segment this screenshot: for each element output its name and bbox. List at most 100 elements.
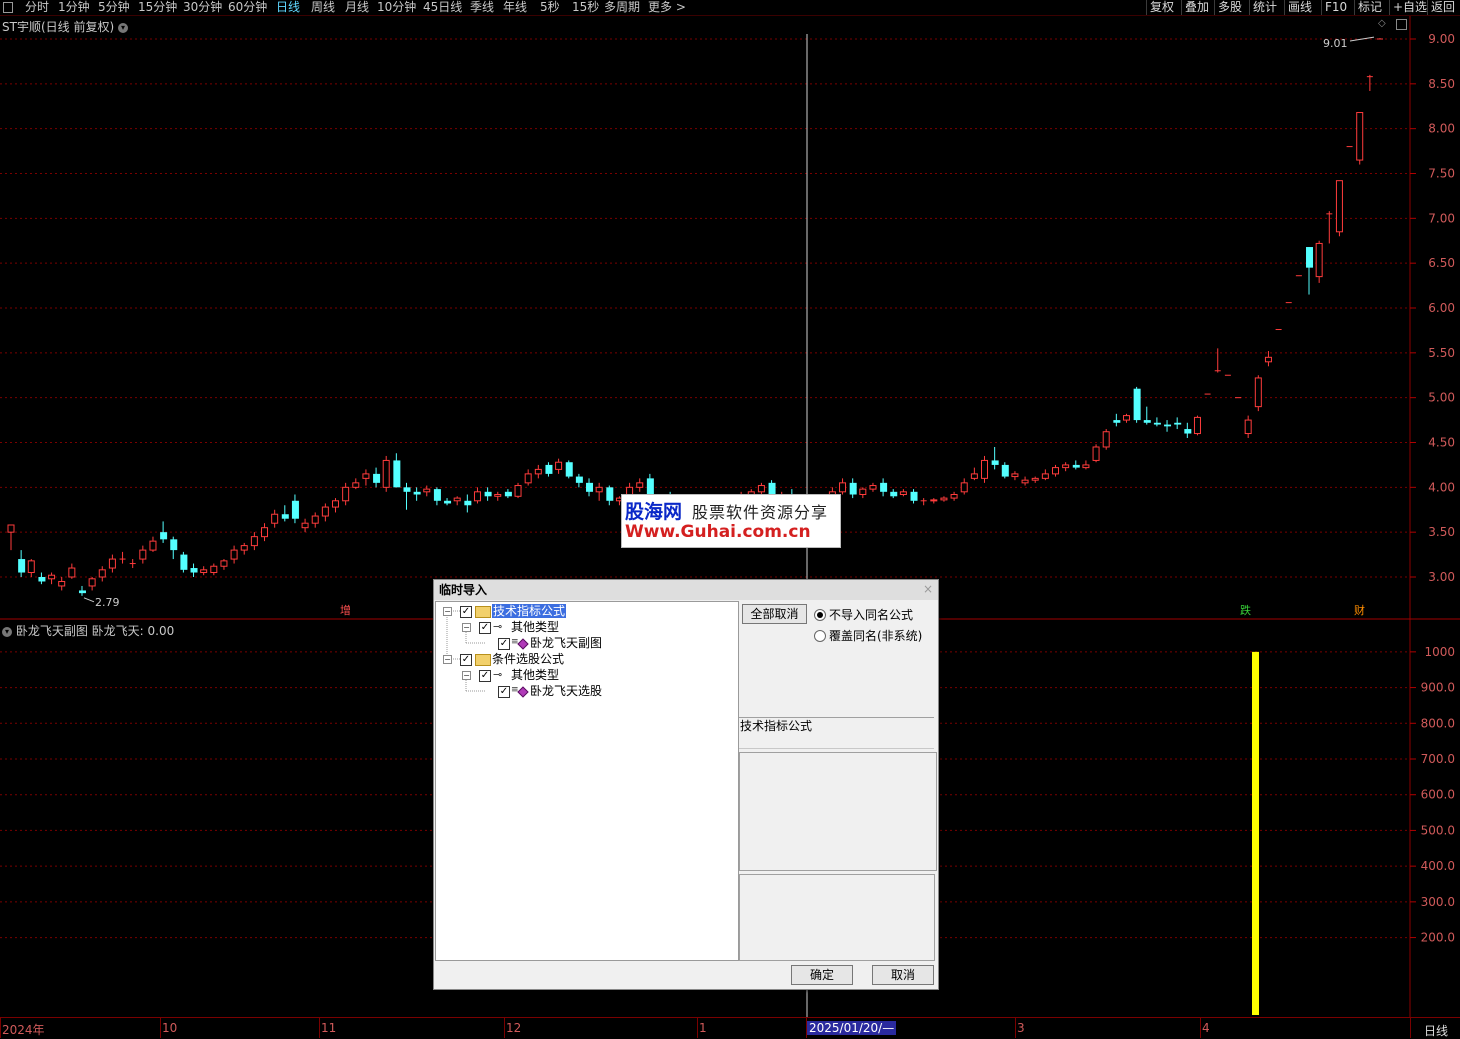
tree-node-formula-sub[interactable]: 卧龙飞天副图 — [530, 635, 602, 651]
candle-body — [98, 569, 106, 578]
candle-body — [423, 488, 431, 493]
period-tab[interactable]: 分时 — [25, 0, 49, 15]
close-icon[interactable]: × — [922, 583, 934, 595]
collapse-toggle[interactable]: − — [443, 607, 452, 616]
period-tab[interactable]: 15秒 — [572, 0, 599, 15]
tree-node-formula-select[interactable]: 卧龙飞天选股 — [530, 683, 602, 699]
indicator-tick-label: 1000 — [1424, 645, 1455, 659]
candle-body — [7, 524, 15, 533]
tool-button[interactable]: 返回 — [1427, 0, 1455, 15]
candle-body — [78, 590, 86, 594]
period-tab[interactable]: 1分钟 — [58, 0, 90, 15]
period-tab[interactable]: 15分钟 — [138, 0, 177, 15]
indicator-tick-label: 500.0 — [1421, 823, 1455, 837]
tree-node-other-type[interactable]: 其他类型 — [511, 619, 559, 635]
period-tab[interactable]: 45日线 — [423, 0, 462, 15]
tree-node-technical[interactable]: 技术指标公式 — [492, 603, 567, 619]
collapse-toggle[interactable]: − — [462, 671, 471, 680]
candle-body — [484, 491, 492, 497]
tree-node-stock-select[interactable]: 条件选股公式 — [492, 651, 564, 667]
checkbox-stock-select[interactable]: ✓ — [460, 654, 472, 666]
radio-skip-same-label[interactable]: 不导入同名公式 — [829, 606, 913, 623]
cursor-date-label: 2025/01/20/— — [807, 1021, 897, 1035]
candle-body — [1244, 419, 1252, 435]
tool-button[interactable]: 标记 — [1354, 0, 1382, 15]
candle-body — [362, 473, 370, 479]
price-tick-label: 5.00 — [1428, 391, 1455, 405]
ok-button[interactable]: 确定 — [791, 965, 853, 985]
tool-button[interactable]: 统计 — [1249, 0, 1277, 15]
tool-button[interactable]: 多股 — [1214, 0, 1242, 15]
candle-body — [869, 485, 877, 490]
period-tab[interactable]: 5秒 — [540, 0, 560, 15]
collapse-toggle[interactable]: − — [462, 623, 471, 632]
description-box[interactable] — [739, 752, 937, 871]
checkbox-formula-select[interactable]: ✓ — [498, 686, 510, 698]
period-tab[interactable]: 月线 — [345, 0, 369, 15]
folder-icon — [475, 606, 491, 618]
candle-body — [899, 491, 907, 496]
candle-body — [1062, 464, 1070, 469]
candle-body — [849, 482, 857, 495]
period-tab[interactable]: 30分钟 — [183, 0, 222, 15]
candle-body — [1193, 416, 1201, 435]
tool-button[interactable]: 画线 — [1284, 0, 1312, 15]
period-tab[interactable]: 更多 > — [648, 0, 686, 15]
candle-body — [261, 527, 269, 538]
axis-divider — [1410, 1018, 1411, 1038]
period-tab[interactable]: 60分钟 — [228, 0, 267, 15]
divider — [739, 748, 934, 749]
period-tab[interactable]: 10分钟 — [377, 0, 416, 15]
tool-button[interactable]: 叠加 — [1181, 0, 1209, 15]
checkbox-formula-sub[interactable]: ✓ — [498, 638, 510, 650]
cancel-button[interactable]: 取消 — [872, 965, 934, 985]
checkbox-technical[interactable]: ✓ — [460, 606, 472, 618]
period-tab[interactable]: 日线 — [276, 0, 300, 15]
indicator-tick-label: 700.0 — [1421, 752, 1455, 766]
candle-body — [1051, 467, 1059, 475]
tree-node-other-type[interactable]: 其他类型 — [511, 667, 559, 683]
candle-body — [565, 462, 573, 477]
indicator-tick-label: 400.0 — [1421, 859, 1455, 873]
tool-button[interactable]: +自选 — [1389, 0, 1427, 15]
event-marker: 跌 — [1240, 603, 1251, 617]
formula-tree[interactable]: − ✓ 技术指标公式 − ✓ ⊸ 其他类型 ✓ ≡ 卧龙飞天副图 − ✓ 条件选… — [435, 601, 739, 961]
candle-body — [575, 476, 583, 483]
candle-body — [960, 482, 968, 493]
candle-body — [311, 515, 319, 524]
candle-body — [1356, 112, 1364, 161]
candle-body — [1092, 446, 1100, 461]
price-tick-label: 6.50 — [1428, 256, 1455, 270]
candle-body — [27, 560, 35, 574]
radio-skip-same[interactable] — [814, 609, 826, 621]
low-price-label: 2.79 — [95, 596, 120, 609]
menu-icon[interactable] — [3, 2, 13, 13]
period-tab[interactable]: 周线 — [311, 0, 335, 15]
checkbox-other-type[interactable]: ✓ — [479, 670, 491, 682]
candle-body — [534, 468, 542, 475]
radio-overwrite-label[interactable]: 覆盖同名(非系统) — [829, 627, 922, 644]
collapse-toggle[interactable]: − — [443, 655, 452, 664]
radio-overwrite[interactable] — [814, 630, 826, 642]
tool-button[interactable]: 复权 — [1146, 0, 1174, 15]
period-tab[interactable]: 年线 — [503, 0, 527, 15]
candle-body — [991, 460, 999, 465]
cancel-all-button[interactable]: 全部取消 — [742, 604, 807, 624]
period-tab[interactable]: 5分钟 — [98, 0, 130, 15]
period-tab[interactable]: 季线 — [470, 0, 494, 15]
candle-body — [271, 513, 279, 524]
candle-body — [68, 567, 76, 578]
x-axis-separator — [160, 1018, 161, 1038]
candle-body — [1143, 420, 1151, 423]
tool-button[interactable]: F10 — [1321, 0, 1347, 15]
period-tab[interactable]: 多周期 — [604, 0, 640, 15]
candle-body — [950, 494, 958, 499]
candle-body — [190, 568, 198, 573]
period-label[interactable]: 日线 — [1424, 1022, 1448, 1039]
high-price-label: 9.01 — [1323, 37, 1348, 50]
detail-box[interactable] — [739, 874, 935, 961]
candle-body — [555, 461, 563, 470]
x-axis-label: 11 — [321, 1021, 337, 1035]
candle-body — [139, 549, 147, 560]
checkbox-other-type[interactable]: ✓ — [479, 622, 491, 634]
